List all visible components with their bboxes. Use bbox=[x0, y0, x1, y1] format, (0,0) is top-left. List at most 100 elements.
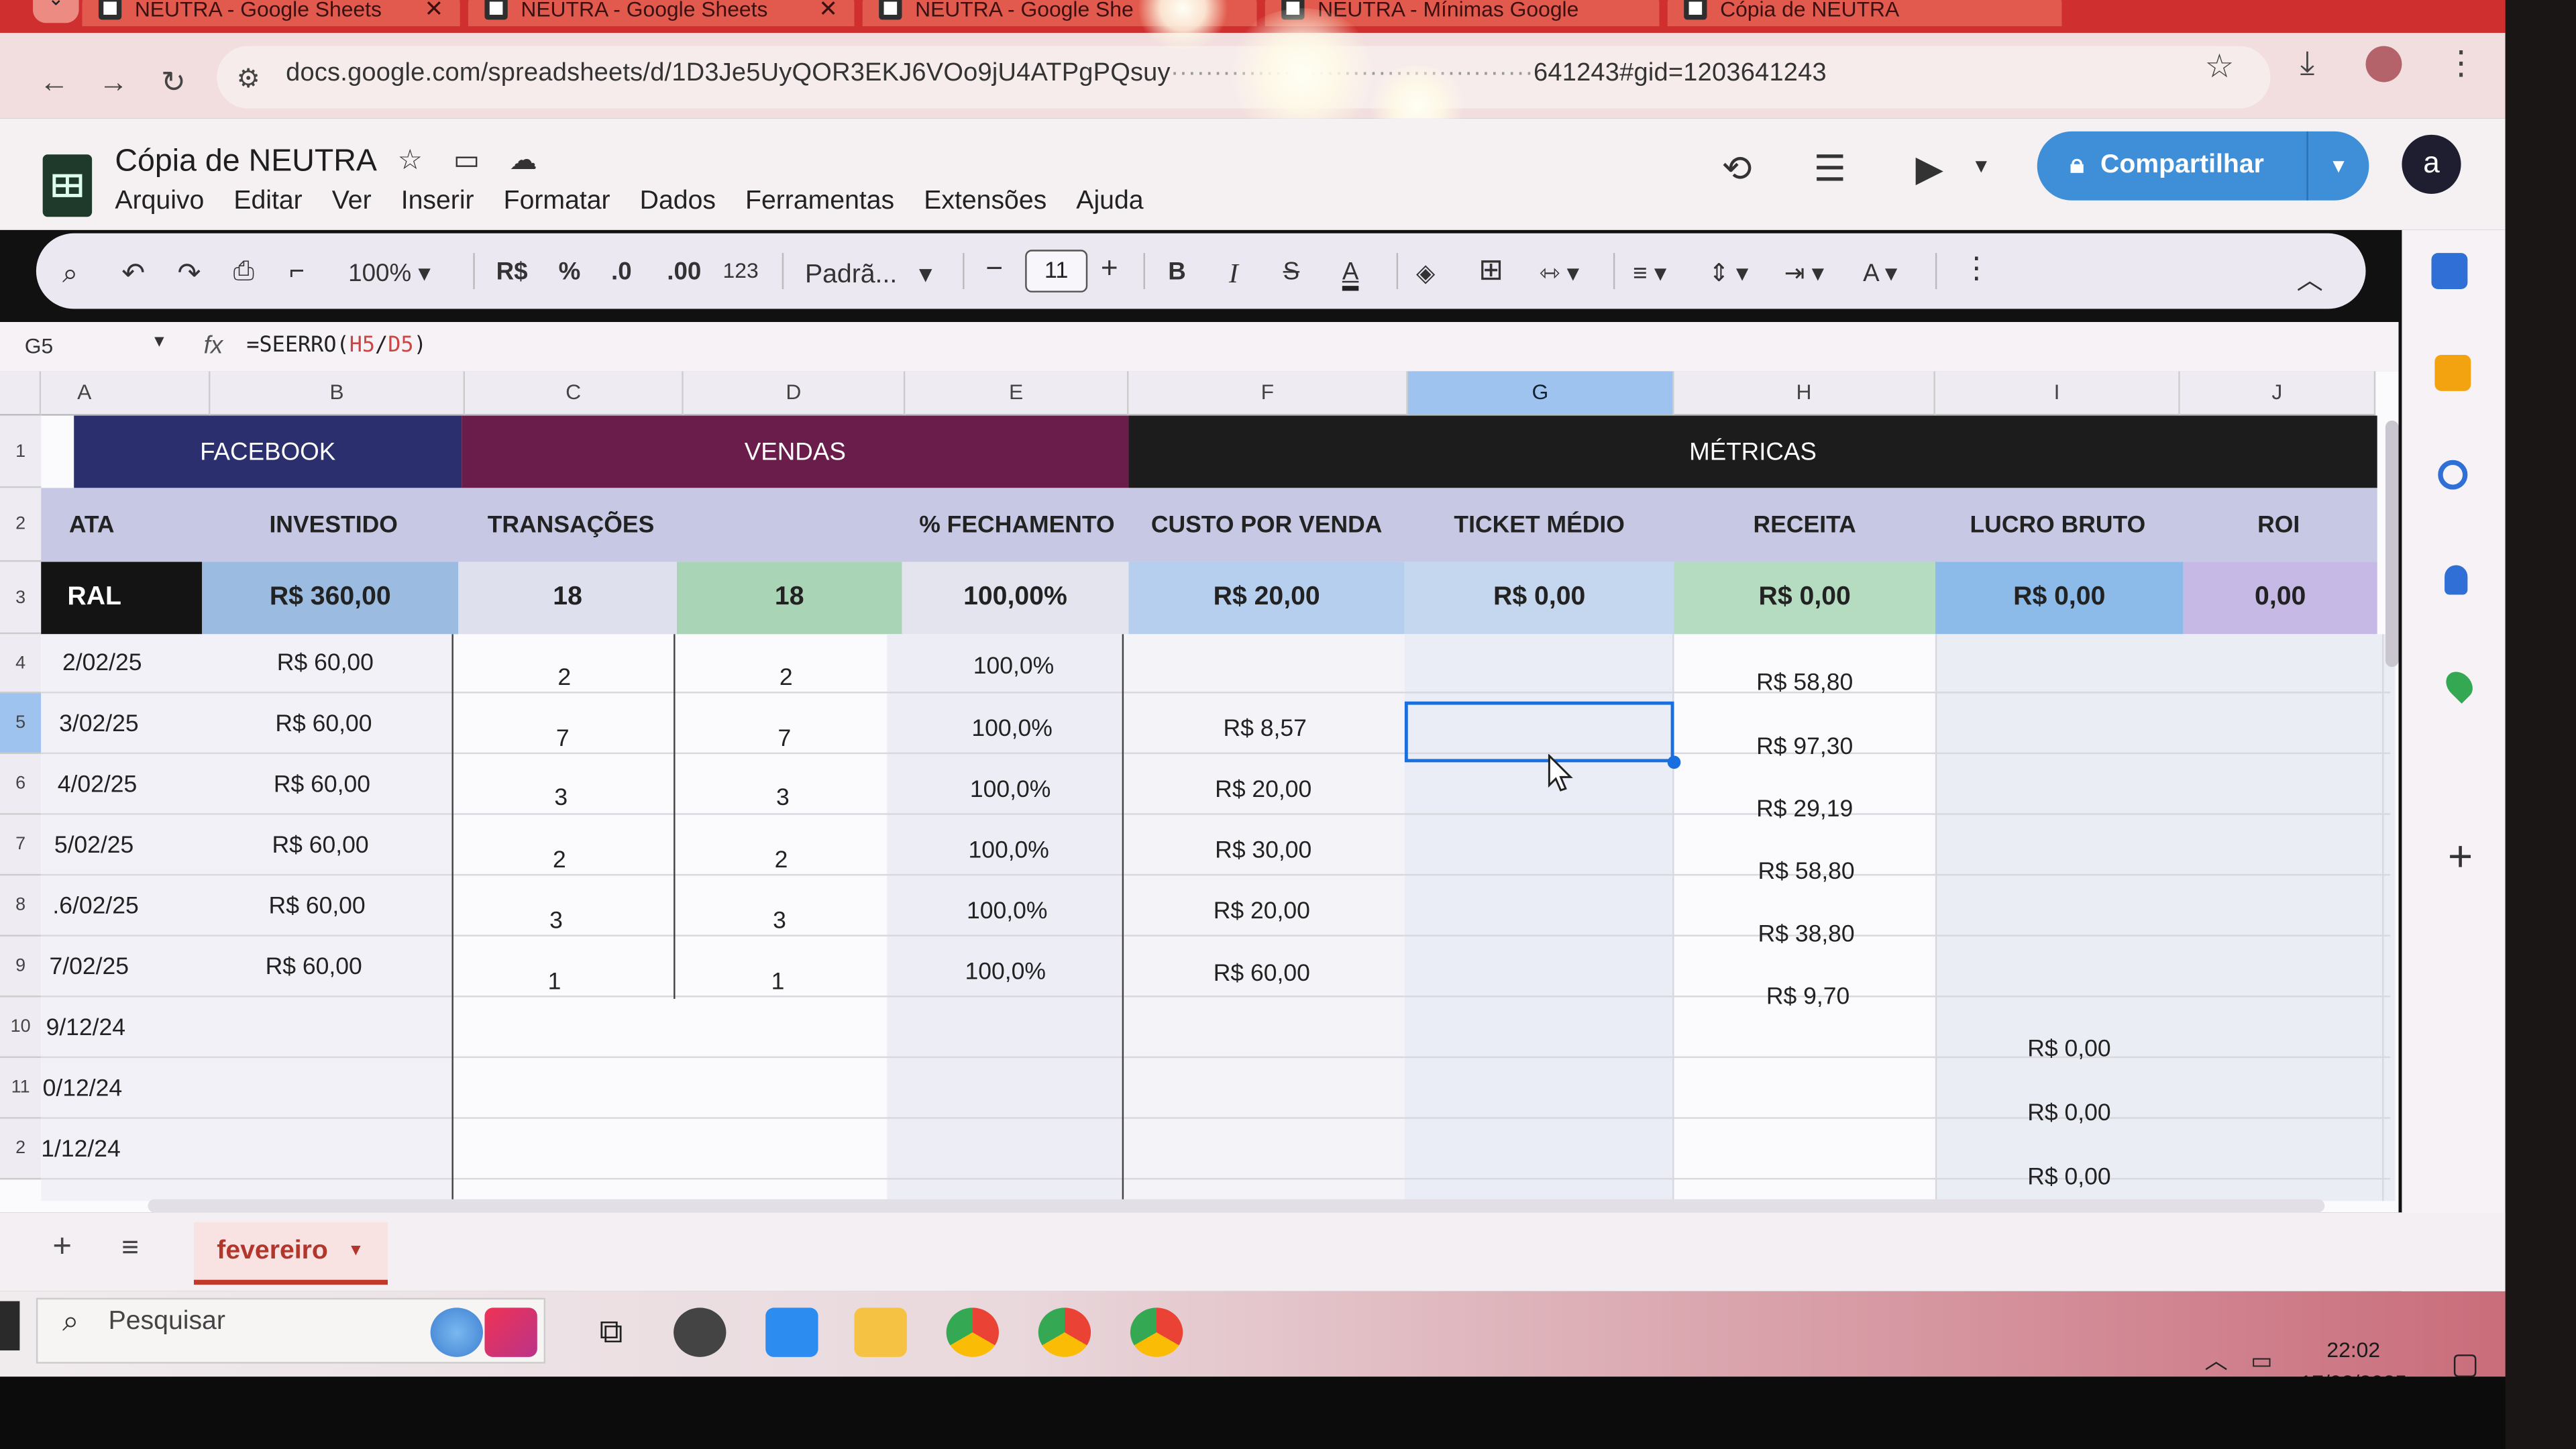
font-family-select[interactable]: Padrã... ▾ bbox=[805, 258, 932, 290]
fill-color-icon[interactable]: ◈ bbox=[1416, 258, 1435, 288]
lucro-cell[interactable] bbox=[1939, 966, 2194, 1027]
header-receita[interactable]: RECEITA bbox=[1674, 488, 1935, 561]
column-header-h[interactable]: H bbox=[1674, 371, 1935, 416]
date-cell[interactable]: 2/02/25 bbox=[62, 634, 194, 693]
investido-cell[interactable]: R$ 60,00 bbox=[197, 815, 443, 876]
decrease-decimal-button[interactable]: .0 bbox=[611, 258, 632, 286]
comments-icon[interactable]: ☰ bbox=[1814, 148, 1846, 191]
column-header-i[interactable]: I bbox=[1935, 371, 2180, 416]
vendas-cell[interactable] bbox=[667, 998, 885, 1059]
column-header-f[interactable]: F bbox=[1128, 371, 1408, 416]
custo-cell[interactable] bbox=[1120, 998, 1399, 1059]
date-cell[interactable]: 4/02/25 bbox=[58, 754, 189, 815]
chevron-down-icon[interactable]: ▼ bbox=[1972, 154, 1991, 177]
receita-cell[interactable] bbox=[1677, 1018, 1938, 1079]
menu-inserir[interactable]: Inserir bbox=[401, 187, 474, 217]
vendas-cell[interactable] bbox=[665, 1058, 884, 1119]
reload-icon[interactable]: ↻ bbox=[161, 66, 186, 100]
menu-ajuda[interactable]: Ajuda bbox=[1076, 187, 1143, 217]
bold-button[interactable]: B bbox=[1168, 258, 1186, 286]
date-cell[interactable]: 7/02/25 bbox=[49, 936, 180, 998]
browser-tab[interactable]: NEUTRA - Google Sheets ✕ bbox=[82, 0, 460, 27]
investido-cell[interactable] bbox=[187, 1058, 433, 1119]
menu-ferramentas[interactable]: Ferramentas bbox=[745, 187, 894, 217]
avatar[interactable]: a bbox=[2402, 134, 2461, 194]
receita-cell[interactable]: R$ 58,80 bbox=[1674, 654, 1935, 713]
header-fechamento[interactable]: % FECHAMENTO bbox=[905, 488, 1128, 561]
header-transacoes[interactable]: TRANSAÇÕES bbox=[460, 488, 682, 561]
download-icon[interactable]: ⤓ bbox=[2300, 46, 2315, 84]
font-size-input[interactable]: 11 bbox=[1025, 250, 1088, 292]
total-lucro-bruto[interactable]: R$ 0,00 bbox=[1935, 561, 2184, 635]
column-header-e[interactable]: E bbox=[905, 371, 1129, 416]
text-color-icon[interactable]: A bbox=[1342, 258, 1359, 291]
tab-search-chevron-icon[interactable]: ⌄ bbox=[32, 0, 79, 23]
fechamento-cell[interactable] bbox=[892, 998, 1116, 1059]
zoom-select[interactable]: 100% ▾ bbox=[348, 258, 431, 288]
row-header[interactable]: 11 bbox=[0, 1058, 42, 1119]
more-vertical-icon[interactable]: ⋮ bbox=[1962, 252, 1991, 286]
menu-formatar[interactable]: Formatar bbox=[504, 187, 610, 217]
row-header[interactable]: 5 bbox=[0, 693, 42, 755]
name-box[interactable]: G5 bbox=[25, 333, 53, 358]
url-text[interactable]: docs.google.com/spreadsheets/d/1D3Je5UyQ… bbox=[286, 59, 1827, 89]
share-button[interactable]: 🔒︎ Compartilhar bbox=[2037, 131, 2308, 201]
section-header-metricas[interactable]: MÉTRICAS bbox=[1128, 415, 2377, 488]
row-header[interactable]: 3 bbox=[0, 561, 42, 635]
vertical-align-icon[interactable]: ⇕ ▾ bbox=[1709, 258, 1748, 288]
file-explorer-icon[interactable] bbox=[854, 1307, 907, 1357]
tasks-icon[interactable] bbox=[2438, 460, 2468, 490]
receita-cell[interactable]: R$ 9,70 bbox=[1677, 966, 1938, 1027]
investido-cell[interactable] bbox=[189, 998, 435, 1059]
transacoes-cell[interactable]: 2 bbox=[450, 830, 669, 891]
print-icon[interactable]: ⎙ bbox=[233, 258, 254, 287]
vendas-cell[interactable]: 3 bbox=[674, 767, 892, 828]
section-header-facebook[interactable]: FACEBOOK bbox=[74, 415, 462, 488]
vendas-cell[interactable]: 7 bbox=[676, 708, 894, 769]
custo-cell[interactable]: R$ 8,57 bbox=[1126, 698, 1405, 759]
receita-cell[interactable]: R$ 38,80 bbox=[1676, 904, 1937, 965]
row-header[interactable]: 7 bbox=[0, 814, 42, 876]
total-label[interactable]: RAL bbox=[41, 561, 203, 635]
date-cell[interactable]: 9/12/24 bbox=[46, 998, 178, 1059]
fechamento-cell[interactable]: 100,0% bbox=[894, 941, 1117, 1002]
column-header-b[interactable]: B bbox=[210, 371, 466, 416]
investido-cell[interactable] bbox=[186, 1119, 432, 1180]
undo-icon[interactable]: ↶ bbox=[121, 258, 145, 290]
vendas-cell[interactable] bbox=[663, 1119, 882, 1180]
contacts-icon[interactable] bbox=[2445, 565, 2468, 595]
fechamento-cell[interactable]: 100,0% bbox=[902, 637, 1125, 696]
total-ticket-medio[interactable]: R$ 0,00 bbox=[1404, 561, 1674, 635]
custo-cell[interactable]: R$ 30,00 bbox=[1124, 820, 1403, 881]
date-cell[interactable]: 0/12/24 bbox=[43, 1058, 174, 1119]
row-header[interactable]: 2 bbox=[0, 1118, 42, 1180]
percent-format-button[interactable]: % bbox=[559, 258, 581, 286]
chrome-icon[interactable] bbox=[946, 1307, 999, 1357]
store-icon[interactable] bbox=[765, 1307, 818, 1357]
header-roi[interactable]: ROI bbox=[2180, 488, 2377, 561]
more-vertical-icon[interactable]: ⋮ bbox=[2445, 43, 2477, 84]
strikethrough-icon[interactable]: S bbox=[1283, 258, 1300, 286]
custo-cell[interactable]: R$ 20,00 bbox=[1122, 881, 1401, 942]
chevron-down-icon[interactable]: ▼ bbox=[151, 333, 167, 352]
menu-extensoes[interactable]: Extensões bbox=[924, 187, 1046, 217]
version-history-icon[interactable]: ⟲ bbox=[1722, 148, 1752, 191]
custo-cell[interactable] bbox=[1126, 637, 1405, 696]
lucro-cell[interactable] bbox=[1939, 779, 2194, 840]
paint-format-icon[interactable]: ⌐ bbox=[289, 258, 305, 287]
increase-decimal-button[interactable]: .00 bbox=[667, 258, 701, 286]
header-ticket-medio[interactable]: TICKET MÉDIO bbox=[1405, 488, 1674, 561]
close-icon[interactable]: ✕ bbox=[424, 0, 443, 22]
lucro-cell[interactable]: R$ 0,00 bbox=[1942, 1083, 2197, 1144]
cloud-status-icon[interactable]: ☁ bbox=[509, 145, 537, 178]
row-header[interactable]: 10 bbox=[0, 997, 42, 1059]
fechamento-cell[interactable]: 100,0% bbox=[899, 759, 1122, 820]
meet-camera-icon[interactable]: ▶ bbox=[1916, 148, 1943, 191]
site-settings-icon[interactable]: ⚙ bbox=[237, 62, 260, 95]
receita-cell[interactable]: R$ 29,19 bbox=[1674, 779, 1935, 840]
row-header[interactable]: 8 bbox=[0, 875, 42, 936]
header-investido[interactable]: INVESTIDO bbox=[210, 488, 456, 561]
lucro-cell[interactable]: R$ 0,00 bbox=[1942, 1146, 2197, 1208]
search-icon[interactable]: ⌕ bbox=[62, 258, 78, 290]
forward-icon[interactable]: → bbox=[99, 66, 128, 100]
